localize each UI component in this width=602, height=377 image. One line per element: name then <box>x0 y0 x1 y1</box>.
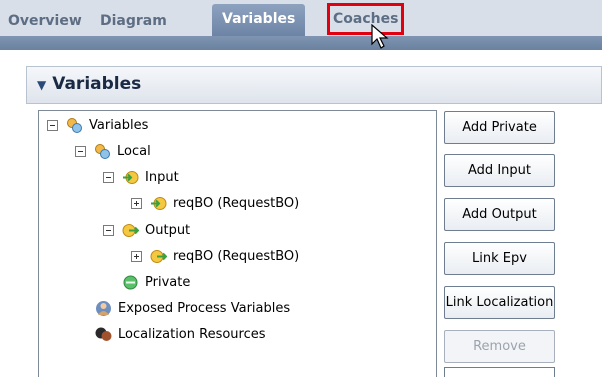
tree-item-label: Input <box>145 169 179 185</box>
link-localization-button[interactable]: Link Localization <box>444 286 555 319</box>
link-epv-button[interactable]: Link Epv <box>444 242 555 275</box>
input-arrow-icon <box>123 170 139 184</box>
section-title: ▼ Variables <box>37 74 141 94</box>
localization-resources-icon <box>95 327 112 341</box>
tree-item-label: Localization Resources <box>118 326 266 342</box>
collapse-toggle-icon[interactable] <box>47 119 58 131</box>
tree-item-output-reqbo[interactable]: reqBO (RequestBO) <box>131 245 299 267</box>
section-header[interactable]: ▼ Variables <box>26 66 602 104</box>
add-output-button[interactable]: Add Output <box>444 198 555 231</box>
tree-item-label: Exposed Process Variables <box>118 300 291 316</box>
tree-item-exposed-process-variables[interactable]: Exposed Process Variables <box>95 297 290 319</box>
collapse-toggle-icon[interactable] <box>103 224 114 236</box>
tab-coaches[interactable]: Coaches <box>327 3 405 35</box>
output-arrow-icon <box>122 223 139 237</box>
tree-item-input[interactable]: Input <box>103 166 179 188</box>
mouse-cursor-icon <box>371 24 389 49</box>
partial-button <box>444 367 555 377</box>
tree-item-label: Private <box>145 274 191 290</box>
exposed-variables-user-icon <box>96 300 111 316</box>
tree-item-local[interactable]: Local <box>75 140 151 162</box>
expand-toggle-icon[interactable] <box>131 250 142 262</box>
tree-item-label: Variables <box>89 117 149 133</box>
tree-item-private[interactable]: Private <box>122 271 190 293</box>
collapse-toggle-icon[interactable] <box>75 145 86 157</box>
variables-folder-icon <box>67 117 82 133</box>
remove-button[interactable]: Remove <box>444 330 555 363</box>
tab-variables[interactable]: Variables <box>212 4 306 36</box>
expand-toggle-icon[interactable] <box>131 197 142 209</box>
tab-overview[interactable]: Overview <box>6 8 84 34</box>
tab-bar-underline <box>0 36 602 50</box>
add-private-button[interactable]: Add Private <box>444 111 555 144</box>
tree-item-input-reqbo[interactable]: reqBO (RequestBO) <box>131 192 299 214</box>
tree-item-label: Local <box>117 143 151 159</box>
variables-section: ▼ Variables Variables Local Input reqBO … <box>26 66 602 377</box>
collapse-triangle-icon[interactable]: ▼ <box>37 78 46 92</box>
tree-item-label: reqBO (RequestBO) <box>173 195 300 211</box>
local-variables-icon <box>95 143 110 159</box>
variables-tree[interactable]: Variables Local Input reqBO (RequestBO) … <box>38 110 437 377</box>
tab-diagram[interactable]: Diagram <box>98 8 169 34</box>
output-arrow-icon <box>150 249 167 263</box>
collapse-toggle-icon[interactable] <box>103 171 114 183</box>
tree-item-label: reqBO (RequestBO) <box>173 248 300 264</box>
section-title-label: Variables <box>52 74 142 94</box>
add-input-button[interactable]: Add Input <box>444 154 555 187</box>
tree-item-variables[interactable]: Variables <box>47 114 148 136</box>
input-arrow-icon <box>151 196 167 210</box>
tree-item-output[interactable]: Output <box>103 219 190 241</box>
private-variable-icon <box>123 275 138 289</box>
tree-item-label: Output <box>145 222 191 238</box>
tree-item-localization-resources[interactable]: Localization Resources <box>95 323 266 345</box>
